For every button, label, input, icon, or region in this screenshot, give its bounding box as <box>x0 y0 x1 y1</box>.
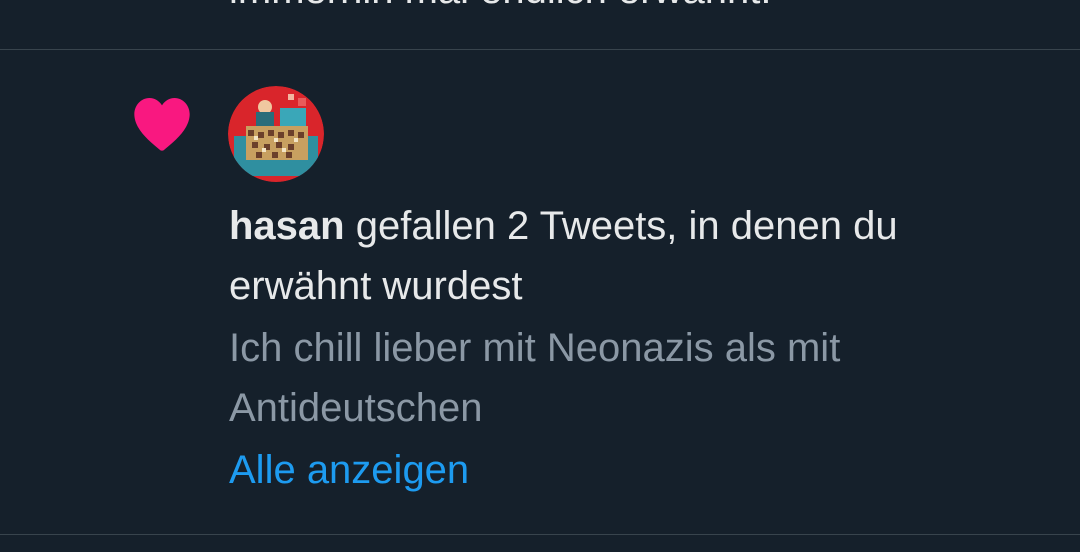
user-name[interactable]: hasan <box>229 204 345 248</box>
like-notification[interactable]: hasan gefallen 2 Tweets, in denen du erw… <box>0 0 1080 534</box>
avatar[interactable] <box>228 86 324 182</box>
tweet-preview[interactable]: Ich chill lieber mit Neonazis als mit An… <box>229 318 1029 438</box>
show-all-link[interactable]: Alle anzeigen <box>229 440 469 500</box>
notifications-page: immerhin mal endlich erwähnt. <box>0 0 1080 552</box>
notification-content: hasan gefallen 2 Tweets, in denen du erw… <box>229 196 1029 500</box>
divider <box>0 534 1080 535</box>
heart-icon <box>134 97 190 151</box>
avatar-image <box>228 86 324 182</box>
notification-headline: hasan gefallen 2 Tweets, in denen du erw… <box>229 196 1029 316</box>
